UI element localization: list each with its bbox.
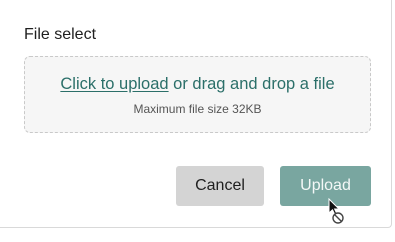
file-upload-dialog: File select Click to upload or drag and … [0,0,392,228]
drag-drop-text: or drag and drop a file [168,75,335,93]
max-file-size-hint: Maximum file size 32KB [133,102,262,116]
dropzone-instructions: Click to upload or drag and drop a file [25,75,370,94]
click-to-upload-link[interactable]: Click to upload [60,75,168,93]
cancel-button[interactable]: Cancel [176,166,264,206]
file-dropzone[interactable]: Click to upload or drag and drop a file … [24,56,371,133]
upload-button[interactable]: Upload [280,166,371,206]
file-select-label: File select [24,26,97,43]
